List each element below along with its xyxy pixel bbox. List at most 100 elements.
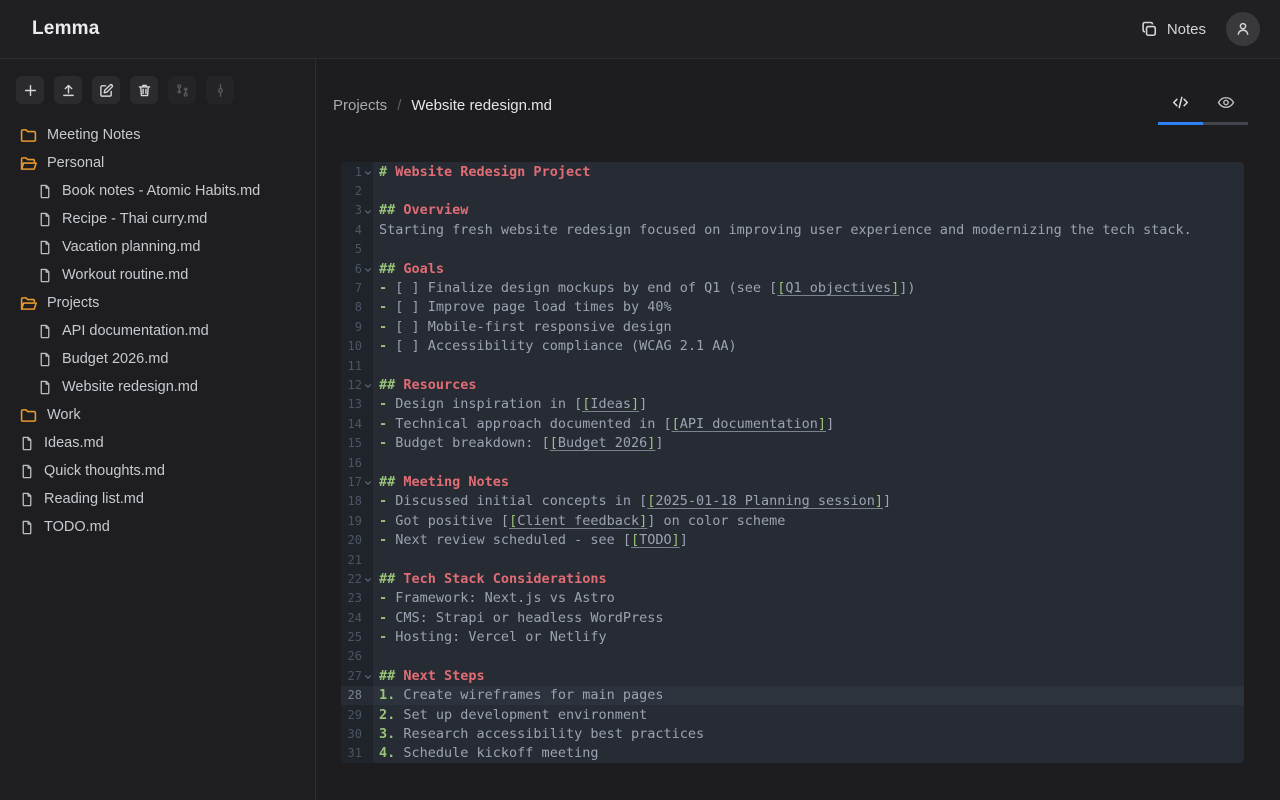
sidebar-item-ideas-md[interactable]: Ideas.md [0, 429, 315, 457]
code-text: Research accessibility best practices [403, 726, 704, 742]
editor-line[interactable]: 12## Resources [341, 375, 1244, 394]
editor-line[interactable]: 314. Schedule kickoff meeting [341, 744, 1244, 763]
editor-line[interactable]: 23- Framework: Next.js vs Astro [341, 589, 1244, 608]
code-line-content: - Discussed initial concepts in [[2025-0… [373, 492, 1244, 511]
editor-line[interactable]: 11 [341, 356, 1244, 375]
code-text: Budget breakdown: [ [395, 435, 549, 451]
fold-gutter-spacer [362, 364, 373, 367]
sidebar-item-budget-2026-md[interactable]: Budget 2026.md [0, 345, 315, 373]
sidebar-item-book-notes-atomic-habits-md[interactable]: Book notes - Atomic Habits.md [0, 177, 315, 205]
line-number: 9 [341, 320, 362, 334]
upload-button[interactable] [54, 76, 82, 104]
heading-text: Overview [403, 202, 468, 218]
markdown-editor[interactable]: 1# Website Redesign Project23## Overview… [341, 162, 1244, 763]
fold-gutter-spacer [362, 306, 373, 309]
editor-line[interactable]: 19- Got positive [[Client feedback]] on … [341, 511, 1244, 530]
editor-line[interactable]: 9- [ ] Mobile-first responsive design [341, 317, 1244, 336]
line-number: 23 [341, 591, 362, 605]
sidebar-item-work[interactable]: Work [0, 401, 315, 429]
editor-line[interactable]: 2 [341, 181, 1244, 200]
fold-gutter-spacer [362, 403, 373, 406]
code-line-content: Starting fresh website redesign focused … [373, 220, 1244, 239]
fold-chevron-icon[interactable] [362, 205, 373, 216]
sidebar-item-todo-md[interactable]: TODO.md [0, 513, 315, 541]
folder-closed-icon [20, 128, 37, 143]
editor-line[interactable]: 7- [ ] Finalize design mockups by end of… [341, 278, 1244, 297]
code-line-content: - [ ] Finalize design mockups by end of … [373, 278, 1244, 297]
line-number: 27 [341, 669, 362, 683]
line-number: 24 [341, 611, 362, 625]
editor-line[interactable]: 5 [341, 240, 1244, 259]
sidebar-item-reading-list-md[interactable]: Reading list.md [0, 485, 315, 513]
fold-chevron-icon[interactable] [362, 263, 373, 274]
sidebar-item-quick-thoughts-md[interactable]: Quick thoughts.md [0, 457, 315, 485]
rename-button[interactable] [92, 76, 120, 104]
wiki-link[interactable]: [2025-01-18 Planning session] [647, 493, 883, 509]
editor-line[interactable]: 18- Discussed initial concepts in [[2025… [341, 492, 1244, 511]
notes-button-label: Notes [1167, 21, 1206, 38]
editor-line[interactable]: 10- [ ] Accessibility compliance (WCAG 2… [341, 337, 1244, 356]
sidebar-item-website-redesign-md[interactable]: Website redesign.md [0, 373, 315, 401]
sidebar-item-workout-routine-md[interactable]: Workout routine.md [0, 261, 315, 289]
wiki-link[interactable]: [API documentation] [672, 416, 826, 432]
editor-line[interactable]: 6## Goals [341, 259, 1244, 278]
fold-chevron-icon[interactable] [362, 670, 373, 681]
preview-view-tab[interactable] [1203, 87, 1248, 117]
editor-line[interactable]: 3## Overview [341, 201, 1244, 220]
editor-line[interactable]: 4Starting fresh website redesign focused… [341, 220, 1244, 239]
editor-line[interactable]: 303. Research accessibility best practic… [341, 724, 1244, 743]
sidebar-item-recipe-thai-curry-md[interactable]: Recipe - Thai curry.md [0, 205, 315, 233]
notes-button[interactable]: Notes [1141, 21, 1206, 38]
code-view-tab[interactable] [1158, 87, 1203, 117]
editor-line[interactable]: 16 [341, 453, 1244, 472]
wiki-link[interactable]: [Q1 objectives] [777, 280, 899, 296]
editor-gutter: 12 [341, 375, 373, 394]
editor-line[interactable]: 21 [341, 550, 1244, 569]
editor-line[interactable]: 15- Budget breakdown: [[Budget 2026]] [341, 433, 1244, 452]
sidebar-item-projects[interactable]: Projects [0, 289, 315, 317]
fold-chevron-icon[interactable] [362, 166, 373, 177]
new-note-button[interactable] [16, 76, 44, 104]
code-line-content: 4. Schedule kickoff meeting [373, 744, 1244, 763]
editor-gutter: 30 [341, 724, 373, 743]
editor-line[interactable]: 25- Hosting: Vercel or Netlify [341, 627, 1244, 646]
editor-line[interactable]: 24- CMS: Strapi or headless WordPress [341, 608, 1244, 627]
avatar-button[interactable] [1226, 12, 1260, 46]
wiki-link[interactable]: [Budget 2026] [550, 435, 656, 451]
editor-gutter: 24 [341, 608, 373, 627]
editor-line[interactable]: 27## Next Steps [341, 666, 1244, 685]
line-number: 26 [341, 649, 362, 663]
breadcrumb-parent[interactable]: Projects [333, 97, 387, 114]
sidebar-item-meeting-notes[interactable]: Meeting Notes [0, 121, 315, 149]
wiki-link[interactable]: [Client feedback] [509, 513, 647, 529]
sidebar-item-api-documentation-md[interactable]: API documentation.md [0, 317, 315, 345]
editor-line[interactable]: 22## Tech Stack Considerations [341, 569, 1244, 588]
editor-line[interactable]: 13- Design inspiration in [[Ideas]] [341, 395, 1244, 414]
editor-gutter: 15 [341, 433, 373, 452]
editor-line[interactable]: 17## Meeting Notes [341, 472, 1244, 491]
editor-line[interactable]: 281. Create wireframes for main pages [341, 686, 1244, 705]
code-text: [ ] Improve page load times by 40% [395, 299, 671, 315]
editor-gutter: 5 [341, 240, 373, 259]
editor-line[interactable]: 26 [341, 647, 1244, 666]
syntax-marker: ## [379, 261, 403, 277]
editor-line[interactable]: 292. Set up development environment [341, 705, 1244, 724]
heading-text: Meeting Notes [403, 474, 509, 490]
fold-chevron-icon[interactable] [362, 573, 373, 584]
delete-button[interactable] [130, 76, 158, 104]
code-line-content: # Website Redesign Project [373, 162, 1244, 181]
editor-line[interactable]: 14- Technical approach documented in [[A… [341, 414, 1244, 433]
wiki-link[interactable]: [TODO] [631, 532, 680, 548]
sidebar-item-vacation-planning-md[interactable]: Vacation planning.md [0, 233, 315, 261]
fold-chevron-icon[interactable] [362, 379, 373, 390]
editor-gutter: 7 [341, 278, 373, 297]
wiki-link[interactable]: [Ideas] [582, 396, 639, 412]
line-number: 21 [341, 553, 362, 567]
fold-gutter-spacer [362, 325, 373, 328]
fold-chevron-icon[interactable] [362, 476, 373, 487]
fold-gutter-spacer [362, 636, 373, 639]
editor-line[interactable]: 1# Website Redesign Project [341, 162, 1244, 181]
editor-line[interactable]: 20- Next review scheduled - see [[TODO]] [341, 530, 1244, 549]
sidebar-item-personal[interactable]: Personal [0, 149, 315, 177]
editor-line[interactable]: 8- [ ] Improve page load times by 40% [341, 298, 1244, 317]
